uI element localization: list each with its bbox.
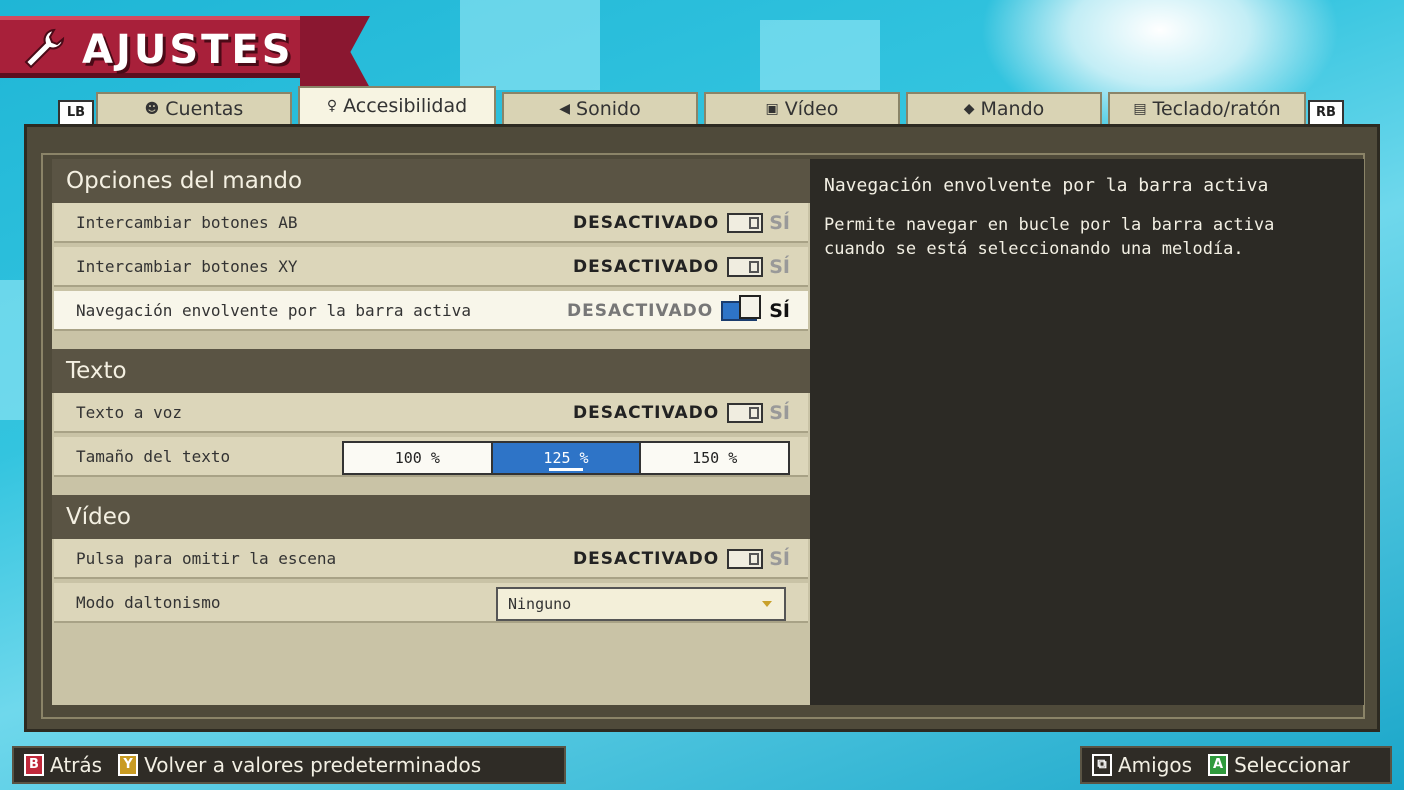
background-block (0, 280, 24, 420)
gamepad-icon: ◆ (963, 101, 975, 117)
tab-label: Accesibilidad (343, 95, 468, 117)
setting-label: Intercambiar botones AB (76, 213, 298, 232)
setting-label: Intercambiar botones XY (76, 257, 298, 276)
lb-button-icon[interactable]: LB (58, 100, 94, 126)
y-button-icon: Y (118, 754, 139, 776)
toggle-on-label: SÍ (769, 402, 790, 424)
toggle-on-label: SÍ (769, 212, 790, 234)
description-body: Permite navegar en bucle por la barra ac… (824, 215, 1275, 259)
reset-defaults-button[interactable]: Volver a valores predeterminados (144, 753, 481, 777)
setting-label: Tamaño del texto (76, 447, 231, 466)
toggle-text-to-speech[interactable]: DESACTIVADO SÍ (573, 399, 790, 427)
setting-row-swap-ab[interactable]: Intercambiar botones AB DESACTIVADO SÍ (54, 203, 808, 243)
toggle-off-label: DESACTIVADO (572, 549, 720, 569)
wrench-icon (24, 28, 65, 69)
toggle-switch[interactable] (727, 213, 764, 233)
setting-row-text-to-speech[interactable]: Texto a voz DESACTIVADO SÍ (54, 393, 808, 433)
toggle-off-label: DESACTIVADO (566, 301, 714, 321)
setting-row-wrap-hotbar[interactable]: Navegación envolvente por la barra activ… (54, 291, 808, 331)
text-size-option-selected[interactable]: 125 % (492, 443, 642, 473)
tab-accesibilidad[interactable]: ♀ Accesibilidad (298, 86, 496, 124)
toggle-skip-cutscene[interactable]: DESACTIVADO SÍ (573, 545, 790, 573)
tab-label: Cuentas (165, 98, 244, 120)
section-header-video: Vídeo (52, 495, 810, 539)
setting-row-swap-xy[interactable]: Intercambiar botones XY DESACTIVADO SÍ (54, 247, 808, 287)
rb-button-icon[interactable]: RB (1308, 100, 1344, 126)
setting-label: Texto a voz (76, 403, 182, 422)
colorblind-dropdown[interactable]: Ninguno (496, 587, 786, 621)
toggle-on-label: SÍ (769, 300, 790, 322)
tab-mando[interactable]: ◆ Mando (906, 92, 1102, 124)
text-size-option[interactable]: 100 % (344, 443, 493, 473)
section-header-text: Texto (52, 349, 810, 393)
person-icon: ☻ (144, 101, 160, 117)
dropdown-value: Ninguno (508, 595, 572, 613)
description-panel: Navegación envolvente por la barra activ… (810, 159, 1364, 705)
toggle-on-label: SÍ (769, 256, 790, 278)
friends-button[interactable]: Amigos (1118, 753, 1192, 777)
tab-label: Teclado/ratón (1152, 98, 1281, 120)
tab-bar: LB ☻ Cuentas ♀ Accesibilidad ◀ Sonido ▣ … (56, 86, 1348, 126)
setting-row-colorblind[interactable]: Modo daltonismo Ninguno (54, 583, 808, 623)
tab-video[interactable]: ▣ Vídeo (704, 92, 900, 124)
setting-label: Navegación envolvente por la barra activ… (76, 301, 471, 320)
setting-row-text-size[interactable]: Tamaño del texto 100 % 125 % 150 % (54, 437, 808, 477)
keyboard-icon: ▤ (1133, 101, 1147, 117)
footer-left-bar: B Atrás Y Volver a valores predeterminad… (12, 746, 566, 784)
toggle-on-label: SÍ (769, 548, 790, 570)
tab-label: Vídeo (784, 98, 839, 120)
chevron-down-icon (762, 601, 772, 607)
toggle-switch[interactable] (721, 295, 762, 321)
setting-label: Modo daltonismo (76, 593, 221, 612)
background-block (460, 0, 600, 90)
toggle-switch[interactable] (727, 403, 764, 423)
select-button[interactable]: Seleccionar (1234, 753, 1350, 777)
setting-row-skip-cutscene[interactable]: Pulsa para omitir la escena DESACTIVADO … (54, 539, 808, 579)
tab-teclado-raton[interactable]: ▤ Teclado/ratón (1108, 92, 1306, 124)
accessibility-icon: ♀ (326, 98, 338, 114)
speaker-icon: ◀ (559, 101, 571, 117)
footer-right-bar: ⧉ Amigos A Seleccionar (1080, 746, 1392, 784)
tab-label: Sonido (576, 98, 641, 120)
setting-label: Pulsa para omitir la escena (76, 549, 337, 568)
background-block (760, 20, 880, 90)
text-size-option[interactable]: 150 % (641, 443, 789, 473)
toggle-off-label: DESACTIVADO (572, 403, 720, 423)
toggle-swap-ab[interactable]: DESACTIVADO SÍ (573, 209, 790, 237)
toggle-switch[interactable] (727, 257, 764, 277)
settings-list[interactable]: Opciones del mando Intercambiar botones … (52, 159, 810, 705)
tab-cuentas[interactable]: ☻ Cuentas (96, 92, 292, 124)
b-button-icon: B (24, 754, 44, 776)
back-button[interactable]: Atrás (50, 753, 102, 777)
monitor-icon: ▣ (765, 101, 779, 117)
toggle-off-label: DESACTIVADO (572, 213, 720, 233)
toggle-off-label: DESACTIVADO (572, 257, 720, 277)
toggle-swap-xy[interactable]: DESACTIVADO SÍ (573, 253, 790, 281)
title-banner-tail (300, 16, 370, 88)
page-title: AJUSTES (82, 27, 294, 73)
description-title: Navegación envolvente por la barra activ… (824, 175, 1269, 196)
tab-label: Mando (980, 98, 1045, 120)
a-button-icon: A (1208, 754, 1229, 776)
section-header-controller: Opciones del mando (52, 159, 810, 203)
toggle-wrap-hotbar[interactable]: DESACTIVADO SÍ (566, 295, 790, 325)
toggle-switch[interactable] (727, 549, 764, 569)
text-size-selector[interactable]: 100 % 125 % 150 % (342, 441, 790, 475)
friends-icon: ⧉ (1092, 754, 1112, 776)
tab-sonido[interactable]: ◀ Sonido (502, 92, 698, 124)
